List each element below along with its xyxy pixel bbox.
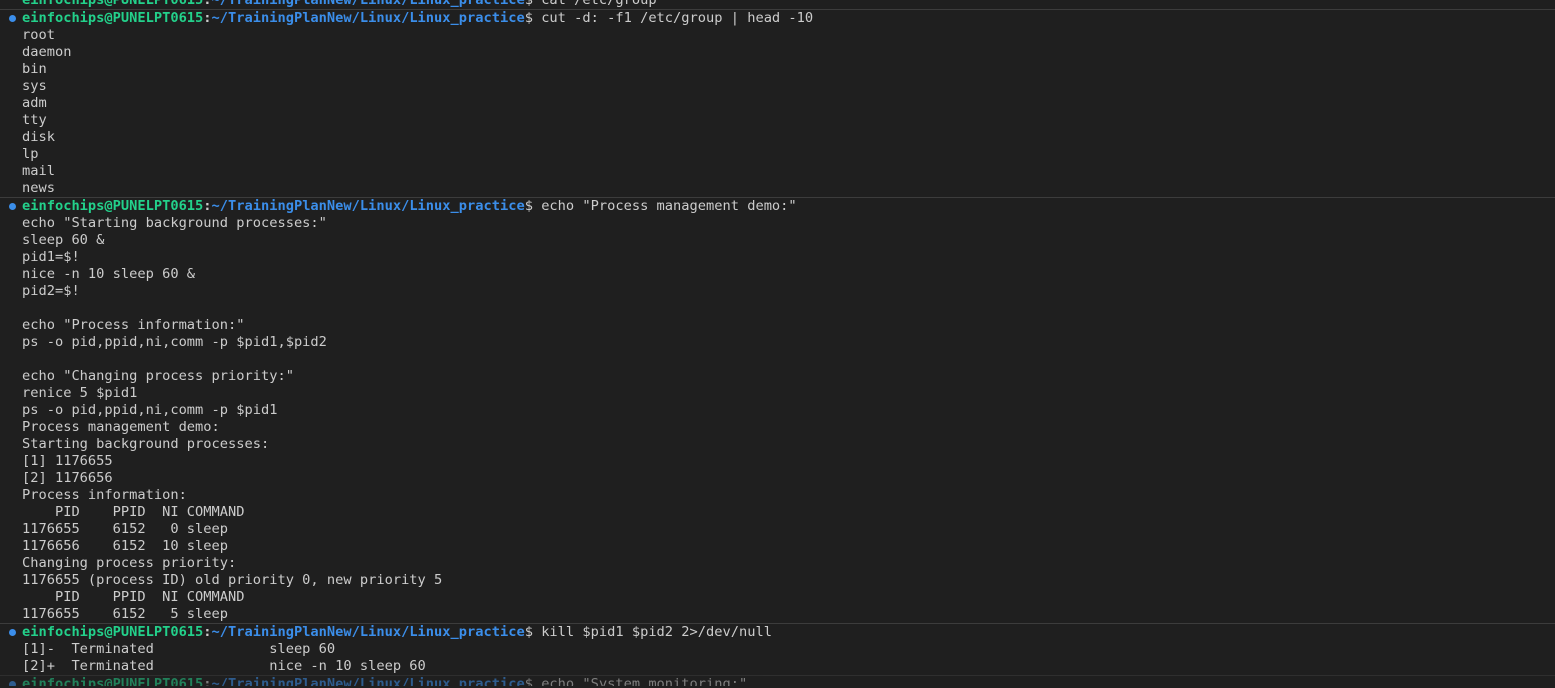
prompt-path: ~/TrainingPlanNew/Linux/Linux_practice bbox=[211, 624, 525, 640]
prompt-user-host: einfochips@PUNELPT0615 bbox=[22, 10, 204, 26]
command-text: cut -d: -f1 /etc/group | head -10 bbox=[532, 10, 814, 26]
command-decoration-icon[interactable] bbox=[9, 629, 16, 636]
command-line: einfochips@PUNELPT0615:~/TrainingPlanNew… bbox=[0, 0, 1555, 9]
prompt-path: ~/TrainingPlanNew/Linux/Linux_practice bbox=[211, 10, 525, 26]
command-decoration-icon[interactable] bbox=[9, 203, 16, 210]
prompt-separator: : bbox=[203, 10, 212, 26]
output-line: adm bbox=[22, 95, 47, 111]
prompt-symbol: $ bbox=[524, 624, 533, 640]
output-line: mail bbox=[22, 163, 55, 179]
prompt-symbol: $ bbox=[524, 676, 533, 686]
prompt-user-host: einfochips@PUNELPT0615 bbox=[22, 198, 204, 214]
output-line: tty bbox=[22, 112, 47, 128]
output-line: echo "Starting background processes:" bbox=[22, 215, 327, 231]
prompt-user-host: einfochips@PUNELPT0615 bbox=[22, 624, 204, 640]
output-line: nice -n 10 sleep 60 & bbox=[22, 266, 196, 282]
output-line: 1176655 6152 0 sleep bbox=[22, 521, 229, 537]
output-line: pid1=$! bbox=[22, 249, 80, 265]
output-line: PID PPID NI COMMAND bbox=[22, 589, 245, 605]
output-line: echo "Process information:" bbox=[22, 317, 245, 333]
command-decoration-icon[interactable] bbox=[9, 15, 16, 22]
command-line: einfochips@PUNELPT0615:~/TrainingPlanNew… bbox=[0, 675, 1555, 686]
command-line: einfochips@PUNELPT0615:~/TrainingPlanNew… bbox=[0, 623, 1555, 641]
prompt-user-host: einfochips@PUNELPT0615 bbox=[22, 0, 204, 8]
output-line: bin bbox=[22, 61, 47, 77]
command-text: echo "System monitoring:" bbox=[532, 676, 748, 686]
command-text: cat /etc/group bbox=[532, 0, 657, 8]
terminal-output[interactable]: einfochips@PUNELPT0615:~/TrainingPlanNew… bbox=[0, 0, 1555, 686]
prompt-symbol: $ bbox=[524, 0, 533, 8]
output-line: sys bbox=[22, 78, 47, 94]
output-line: [1]- Terminated sleep 60 bbox=[22, 641, 336, 657]
command-line: einfochips@PUNELPT0615:~/TrainingPlanNew… bbox=[0, 9, 1555, 27]
output-line: root bbox=[22, 27, 55, 43]
output-line: [1] 1176655 bbox=[22, 453, 113, 469]
output-line: Process management demo: bbox=[22, 419, 220, 435]
output-line: sleep 60 & bbox=[22, 232, 105, 248]
output-line: daemon bbox=[22, 44, 72, 60]
output-line: Process information: bbox=[22, 487, 187, 503]
output-line: news bbox=[22, 180, 55, 196]
output-line: 1176655 (process ID) old priority 0, new… bbox=[22, 572, 443, 588]
output-line: renice 5 $pid1 bbox=[22, 385, 138, 401]
output-line: disk bbox=[22, 129, 55, 145]
output-line: echo "Changing process priority:" bbox=[22, 368, 294, 384]
prompt-separator: : bbox=[203, 676, 212, 686]
command-text: echo "Process management demo:" bbox=[532, 198, 797, 214]
prompt-separator: : bbox=[203, 624, 212, 640]
prompt-path: ~/TrainingPlanNew/Linux/Linux_practice bbox=[211, 676, 525, 686]
output-line: ps -o pid,ppid,ni,comm -p $pid1 bbox=[22, 402, 278, 418]
output-line: Starting background processes: bbox=[22, 436, 270, 452]
prompt-separator: : bbox=[203, 0, 212, 8]
output-line: ps -o pid,ppid,ni,comm -p $pid1,$pid2 bbox=[22, 334, 327, 350]
prompt-symbol: $ bbox=[524, 10, 533, 26]
output-line: [2] 1176656 bbox=[22, 470, 113, 486]
command-decoration-icon[interactable] bbox=[9, 681, 16, 686]
output-line: pid2=$! bbox=[22, 283, 80, 299]
output-line: 1176656 6152 10 sleep bbox=[22, 538, 229, 554]
prompt-user-host: einfochips@PUNELPT0615 bbox=[22, 676, 204, 686]
prompt-path: ~/TrainingPlanNew/Linux/Linux_practice bbox=[211, 198, 525, 214]
output-line: [2]+ Terminated nice -n 10 sleep 60 bbox=[22, 658, 426, 674]
command-text: kill $pid1 $pid2 2>/dev/null bbox=[532, 624, 772, 640]
output-line: lp bbox=[22, 146, 39, 162]
output-line: Changing process priority: bbox=[22, 555, 237, 571]
output-line: PID PPID NI COMMAND bbox=[22, 504, 245, 520]
prompt-separator: : bbox=[203, 198, 212, 214]
prompt-path: ~/TrainingPlanNew/Linux/Linux_practice bbox=[211, 0, 525, 8]
command-line: einfochips@PUNELPT0615:~/TrainingPlanNew… bbox=[0, 197, 1555, 215]
prompt-symbol: $ bbox=[524, 198, 533, 214]
output-line: 1176655 6152 5 sleep bbox=[22, 606, 229, 622]
